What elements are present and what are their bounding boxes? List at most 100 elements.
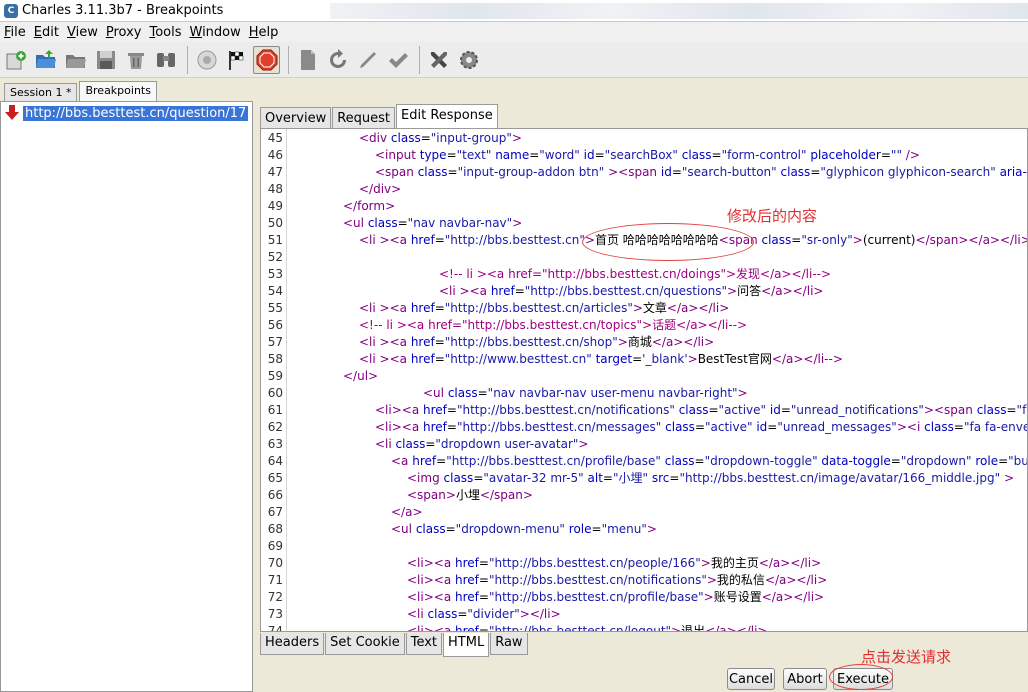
code-line: 45 <div class="input-group"> [261,130,522,147]
code-text: <li ><a href="http://bbs.besttest.cn/que… [439,284,824,298]
code-text: <ul class="nav navbar-nav"> [343,216,523,230]
tab-overview[interactable]: Overview [260,107,332,128]
line-number: 56 [267,318,283,332]
breakpoint-stop-icon[interactable] [253,45,280,74]
menu-bar: File Edit View Proxy Tools Window Help [0,22,1028,42]
toolbar-separator [288,45,289,74]
execute-highlight-oval [829,664,893,690]
code-line: 47 <span class="input-group-addon btn" ><… [261,164,1027,181]
charles-app-icon: C [4,3,18,18]
line-number: 72 [267,590,283,604]
settings-gear-icon[interactable] [455,46,482,74]
trash-icon[interactable] [122,46,149,74]
record-icon[interactable] [193,46,220,74]
open-folder-icon[interactable] [32,46,59,74]
menu-proxy[interactable]: Proxy [106,25,142,40]
code-line: 46 <input type="text" name="word" id="sea… [261,147,920,164]
toolbar-separator [187,45,188,74]
code-text: <li class="dropdown user-avatar"> [375,437,589,451]
code-line: 61 <li><a href="http://bbs.besttest.cn/no… [261,402,1027,419]
code-line: 64 <a href="http://bbs.besttest.cn/profil… [261,453,1027,470]
throttle-flag-icon[interactable] [223,46,250,74]
close-session-icon[interactable] [62,46,89,74]
view-tab-html[interactable]: HTML [443,633,490,657]
menu-tools[interactable]: Tools [149,25,181,40]
line-number: 46 [267,148,283,162]
line-number: 55 [267,301,283,315]
code-line: 52 [261,249,287,266]
code-line: 60 <ul class="nav navbar-nav user-menu na… [261,385,748,402]
tab-edit-response[interactable]: Edit Response [396,104,498,128]
tree-item-url[interactable]: http://bbs.besttest.cn/question/17 [1,104,252,122]
tools-icon[interactable] [425,46,452,74]
menu-edit[interactable]: Edit [34,25,59,40]
toolbar-separator [419,45,420,74]
view-tab-text[interactable]: Text [405,633,443,655]
session-tab-breakpoints[interactable]: Breakpoints [79,81,157,102]
code-line: 72 <li><a href="http://bbs.besttest.cn/pr… [261,589,824,606]
line-number: 61 [267,403,283,417]
abort-button[interactable]: Abort [783,668,827,690]
line-number: 51 [267,233,283,247]
code-line: 71 <li><a href="http://bbs.besttest.cn/no… [261,572,828,589]
code-line: 62 <li><a href="http://bbs.besttest.cn/me… [261,419,1027,436]
code-line: 69 [261,538,287,555]
code-line: 54 <li ><a href="http://bbs.besttest.cn/q… [261,283,824,300]
code-line: 74 <li><a href="http://bbs.besttest.cn/lo… [261,623,768,631]
line-number: 73 [267,607,283,621]
code-text: <ul class="dropdown-menu" role="menu"> [391,522,657,536]
line-number: 69 [267,539,283,553]
validate-check-icon[interactable] [384,46,411,74]
code-text: <li><a href="http://bbs.besttest.cn/prof… [407,590,825,604]
code-text: </ul> [343,369,379,383]
code-text: <li ><a href="http://bbs.besttest.cn/sho… [359,335,715,349]
code-text: <img class="avatar-32 mr-5" alt="小埋" src… [407,471,1015,485]
code-line: 67 </a> [261,504,423,521]
code-text: <li><a href="http://bbs.besttest.cn/noti… [407,573,828,587]
code-line: 63 <li class="dropdown user-avatar"> [261,436,589,453]
code-line: 51 <li ><a href="http://bbs.besttest.cn">… [261,232,1027,249]
view-tab-headers[interactable]: Headers [260,633,325,655]
view-tab-set-cookie[interactable]: Set Cookie [325,633,405,655]
pen-icon[interactable] [354,46,381,74]
view-tab-raw[interactable]: Raw [490,633,528,655]
binoculars-icon[interactable] [152,46,179,74]
line-number: 45 [267,131,283,145]
response-view-tabs: Headers Set Cookie Text HTML Raw [260,633,529,657]
modified-content-highlight-oval [582,223,754,261]
line-number: 50 [267,216,283,230]
menu-help[interactable]: Help [249,25,279,40]
code-line: 50 <ul class="nav navbar-nav"> [261,215,523,232]
new-session-icon[interactable] [2,46,29,74]
breakpoint-tree-panel: http://bbs.besttest.cn/question/17 [0,101,253,692]
line-number: 49 [267,199,283,213]
detail-tabs: Overview Request Edit Response [260,104,499,128]
cancel-button[interactable]: Cancel [727,668,775,690]
code-line: 70 <li><a href="http://bbs.besttest.cn/pe… [261,555,821,572]
save-icon[interactable] [92,46,119,74]
code-line: 55 <li ><a href="http://bbs.besttest.cn/a… [261,300,730,317]
line-number: 65 [267,471,283,485]
line-number: 68 [267,522,283,536]
edit-document-icon[interactable] [294,46,321,74]
code-text: </a> [391,505,423,519]
session-tab-session-1[interactable]: Session 1 * [4,83,78,102]
repeat-icon[interactable] [324,46,351,74]
line-number: 58 [267,352,283,366]
code-line: 49 </form> [261,198,395,215]
tab-request[interactable]: Request [332,107,396,128]
code-line: 56 <!-- li ><a href="http://bbs.besttest.… [261,317,747,334]
response-html-editor[interactable]: 45 <div class="input-group"> 46 <input type… [260,128,1028,632]
menu-view[interactable]: View [67,25,98,40]
modified-content-annotation: 修改后的内容 [727,207,818,225]
code-text: <span class="input-group-addon btn" ><sp… [375,165,1027,179]
line-number: 60 [267,386,283,400]
menu-file[interactable]: File [4,25,26,40]
code-text: <input type="text" name="word" id="searc… [375,148,920,162]
code-line: 48 </div> [261,181,402,198]
detail-panel: Overview Request Edit Response 45 <div clas… [256,101,1028,692]
menu-window[interactable]: Window [189,25,240,40]
code-text: <ul class="nav navbar-nav user-menu navb… [423,386,748,400]
code-text: <li class="divider"></li> [407,607,561,621]
session-tabs: Session 1 * Breakpoints [0,80,256,102]
